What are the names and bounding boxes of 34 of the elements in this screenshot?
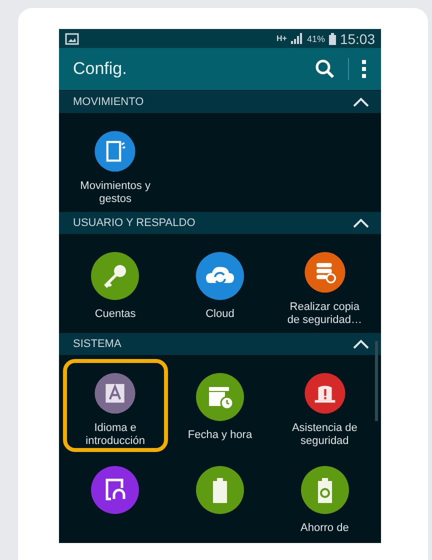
battery-percent: 41%	[306, 34, 325, 44]
settings-item[interactable]: Idioma e introducción	[63, 359, 168, 452]
image-icon	[65, 32, 79, 44]
section-header[interactable]: SISTEMA	[59, 333, 381, 355]
settings-item[interactable]: Cuentas	[63, 238, 168, 331]
collapse-chevron-icon[interactable]	[353, 339, 369, 349]
item-label: Realizar copia de seguridad…	[286, 300, 363, 327]
settings-item[interactable]: Asistencia de seguridad	[272, 359, 377, 452]
settings-item[interactable]: Cloud	[168, 238, 272, 331]
item-label: Asistencia de seguridad	[290, 422, 358, 448]
settings-item[interactable]: Realizar copia de seguridad…	[272, 238, 377, 331]
battery-icon	[328, 32, 336, 44]
item-label: Fecha y hora	[188, 429, 252, 442]
network-type: H+	[276, 34, 287, 43]
collapse-chevron-icon[interactable]	[353, 218, 369, 228]
signal-icon	[290, 33, 303, 44]
settings-item[interactable]: Fecha y hora	[168, 359, 272, 452]
item-label: Cloud	[206, 308, 234, 322]
section-title: USUARIO Y RESPALDO	[73, 217, 196, 229]
settings-item[interactable]: Ahorro de	[272, 452, 377, 543]
clock: 15:03	[340, 30, 375, 46]
item-label: Cuentas	[94, 308, 136, 322]
item-label: Ahorro de	[300, 522, 349, 536]
search-icon[interactable]	[314, 58, 336, 80]
app-title: Config.	[73, 59, 127, 79]
section-title: MOVIMIENTO	[73, 96, 144, 108]
collapse-chevron-icon[interactable]	[353, 97, 369, 107]
settings-item[interactable]: Movimientos y gestos	[63, 117, 168, 210]
item-label: Idioma e introducción	[84, 422, 146, 448]
section-header[interactable]: MOVIMIENTO	[59, 91, 381, 113]
more-menu-icon[interactable]	[361, 58, 367, 80]
section-title: SISTEMA	[73, 338, 122, 350]
section-header[interactable]: USUARIO Y RESPALDO	[59, 212, 381, 234]
item-label: Movimientos y gestos	[79, 180, 152, 206]
